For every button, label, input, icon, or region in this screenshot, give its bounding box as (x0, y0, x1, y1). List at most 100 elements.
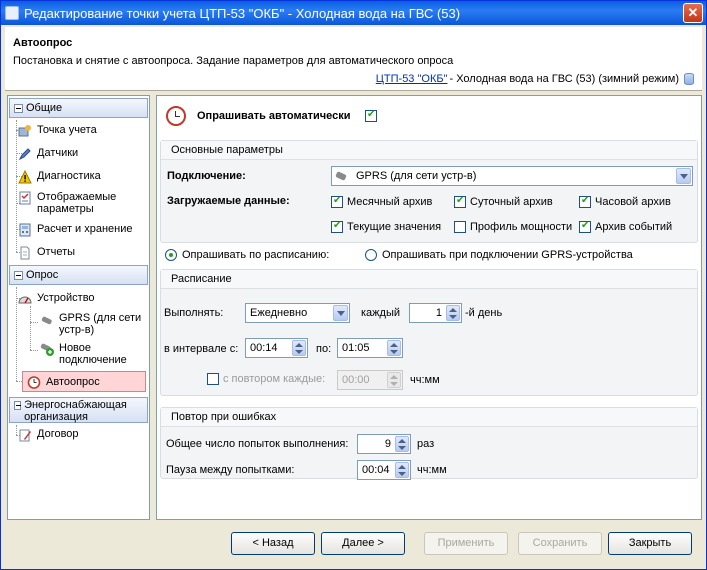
database-icon (684, 73, 694, 85)
option-current[interactable]: Текущие значения (331, 220, 441, 233)
sidebar-item-label: Точка учета (37, 124, 97, 136)
sidebar-item-reports[interactable]: Отчеты (18, 246, 75, 260)
sidebar-item-point[interactable]: Точка учета (18, 124, 97, 138)
page-description: Постановка и снятие с автоопроса. Задани… (13, 55, 454, 67)
total-attempts-stepper[interactable]: 9 (357, 434, 411, 454)
sidebar-item-label: Отчеты (37, 246, 76, 258)
schedule-panel: Расписание Выполнять: Ежедневно каждый 1… (160, 269, 698, 396)
spin-arrows-icon[interactable] (387, 340, 401, 356)
sidebar-item-label: Договор (37, 428, 79, 440)
sidebar-group-energy[interactable]: Энергоснабжающая организация (9, 397, 148, 423)
sidebar-group-poll[interactable]: Опрос (9, 265, 148, 285)
mode-on-connect[interactable]: Опрашивать при подключении GPRS-устройст… (365, 249, 633, 261)
to-value: 01:05 (342, 342, 370, 354)
by-schedule-radio[interactable] (165, 249, 177, 261)
spin-arrows-icon[interactable] (395, 436, 409, 452)
modem-icon (40, 312, 54, 326)
daily-checkbox[interactable] (454, 195, 466, 208)
events-archive-checkbox[interactable] (579, 220, 591, 233)
group-label: Общие (26, 102, 63, 114)
option-label: Профиль мощности (470, 221, 573, 233)
repeat-checkbox[interactable] (207, 373, 219, 385)
on-connect-radio[interactable] (365, 249, 377, 261)
auto-poll-checkbox[interactable] (365, 109, 377, 122)
meter-point-icon (18, 124, 32, 138)
interval-from-field[interactable]: 00:14 (245, 338, 308, 358)
sidebar-item-diagnostics[interactable]: Диагностика (18, 169, 101, 184)
pause-field[interactable]: 00:04 (357, 460, 411, 480)
every-suffix: -й день (465, 307, 503, 319)
chevron-down-icon[interactable] (676, 168, 691, 184)
next-button[interactable]: Далее > (321, 532, 405, 555)
current-values-checkbox[interactable] (331, 220, 343, 233)
point-link-suffix: - Холодная вода на ГВС (53) (зимний режи… (449, 73, 679, 85)
collapse-icon[interactable] (14, 270, 23, 280)
alarm-clock-icon (166, 106, 186, 126)
close-button[interactable]: Закрыть (608, 532, 692, 555)
pause-label: Пауза между попытками: (166, 464, 295, 476)
execute-label: Выполнять: (164, 307, 224, 319)
schedule-title: Расписание (161, 270, 697, 289)
total-attempts-label: Общее число попыток выполнения: (166, 438, 349, 450)
repeat-unit: чч:мм (410, 374, 440, 386)
warning-icon (18, 169, 32, 184)
document-icon (18, 246, 32, 260)
option-power-profile[interactable]: Профиль мощности (454, 221, 572, 233)
alarm-clock-icon (27, 375, 41, 389)
window-title: Редактирование точки учета ЦТП-53 "ОКБ" … (24, 5, 461, 21)
interval-label: в интервале с: (164, 343, 239, 355)
sidebar-item-device[interactable]: Устройство (18, 292, 95, 306)
apply-button[interactable]: Применить (424, 532, 508, 555)
sidebar-item-gprs[interactable]: GPRS (для сети устр-в) (40, 312, 148, 336)
sidebar-item-contract[interactable]: Договор (18, 428, 79, 442)
auto-poll-label: Опрашивать автоматически (197, 110, 351, 122)
option-hourly[interactable]: Часовой архив (579, 195, 671, 208)
sidebar-item-calc-storage[interactable]: Расчет и хранение (18, 223, 133, 237)
from-value: 00:14 (250, 342, 278, 354)
sidebar-item-label: Устройство (37, 292, 95, 304)
monthly-checkbox[interactable] (331, 195, 343, 208)
chevron-down-icon[interactable] (333, 305, 348, 321)
retry-panel: Повтор при ошибках Общее число попыток в… (160, 407, 698, 480)
option-events[interactable]: Архив событий (579, 220, 672, 233)
total-attempts-value: 9 (384, 438, 391, 450)
power-profile-checkbox[interactable] (454, 221, 466, 233)
spin-arrows-icon[interactable] (292, 340, 306, 356)
spin-arrows-icon (387, 372, 401, 388)
collapse-icon[interactable] (14, 401, 22, 410)
connection-value: GPRS (для сети устр-в) (356, 170, 477, 182)
repeat-option[interactable]: с повтором каждые: (207, 373, 325, 385)
total-attempts-unit: раз (417, 438, 435, 450)
sidebar-item-display-params[interactable]: Отображаемые параметры (18, 191, 136, 215)
gauge-icon (18, 292, 32, 306)
repeat-interval-field[interactable]: 00:00 (337, 370, 403, 390)
checklist-icon (18, 191, 32, 205)
sidebar-item-new-connection[interactable]: Новое подключение (40, 342, 148, 366)
point-link[interactable]: ЦТП-53 "ОКБ" (376, 73, 448, 85)
sidebar-item-sensors[interactable]: Датчики (18, 147, 78, 161)
spin-arrows-icon[interactable] (446, 305, 460, 321)
interval-to-field[interactable]: 01:05 (337, 338, 403, 358)
app-icon (5, 6, 19, 20)
mode-by-schedule[interactable]: Опрашивать по расписанию: (165, 249, 329, 261)
navigation-sidebar: Общие Точка учета Датчики Диагностика От… (7, 95, 150, 520)
connection-select[interactable]: GPRS (для сети устр-в) (331, 166, 693, 186)
page-title: Автоопрос (13, 37, 73, 49)
repeat-value: 00:00 (342, 374, 370, 386)
calculator-icon (18, 223, 32, 237)
sidebar-item-autopoll[interactable]: Автоопрос (22, 371, 146, 392)
option-label: Месячный архив (347, 196, 433, 208)
save-button[interactable]: Сохранить (518, 532, 602, 555)
back-button[interactable]: < Назад (231, 532, 315, 555)
spin-arrows-icon[interactable] (395, 462, 409, 478)
point-breadcrumb: ЦТП-53 "ОКБ" - Холодная вода на ГВС (53)… (376, 73, 694, 85)
close-window-button[interactable]: ✕ (683, 3, 703, 23)
sidebar-group-general[interactable]: Общие (9, 98, 148, 118)
option-monthly[interactable]: Месячный архив (331, 195, 433, 208)
every-day-stepper[interactable]: 1 (409, 303, 462, 323)
execute-select[interactable]: Ежедневно (245, 303, 350, 323)
collapse-icon[interactable] (14, 103, 23, 113)
modem-icon (336, 171, 350, 181)
hourly-checkbox[interactable] (579, 195, 591, 208)
option-daily[interactable]: Суточный архив (454, 195, 553, 208)
